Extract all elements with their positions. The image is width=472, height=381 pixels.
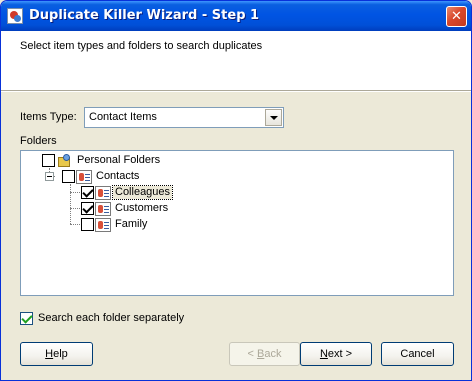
button-label: ext > [327, 348, 353, 360]
header-divider [1, 90, 471, 92]
items-type-label: Items Type: [20, 111, 77, 123]
button-label: Cancel [400, 348, 435, 360]
button-hotkey: H [45, 348, 54, 360]
app-icon [7, 8, 23, 24]
personal-folders-checkbox[interactable] [42, 154, 55, 167]
wizard-window: Duplicate Killer Wizard - Step 1 ✕ Selec… [0, 0, 472, 381]
button-label: ack [264, 348, 282, 360]
close-button[interactable]: ✕ [446, 6, 467, 27]
contacts-folder-icon [95, 186, 111, 200]
window-title: Duplicate Killer Wizard - Step 1 [29, 8, 260, 23]
chevron-down-icon[interactable] [265, 109, 282, 126]
button-hotkey: N [319, 348, 328, 360]
tree-node-label: Family [115, 218, 148, 230]
contacts-folder-icon [76, 170, 92, 184]
help-button[interactable]: Help [20, 342, 93, 366]
family-checkbox[interactable] [81, 218, 94, 231]
button-label: elp [53, 348, 68, 360]
contacts-folder-icon [95, 218, 111, 232]
tree-node-label: Customers [115, 202, 169, 214]
tree-node-label: Contacts [96, 170, 140, 182]
button-label: < [247, 348, 257, 360]
customers-checkbox[interactable] [81, 202, 94, 215]
search-separately-checkbox[interactable] [20, 312, 33, 325]
tree-node-label: Personal Folders [77, 154, 161, 166]
tree-node-colleagues[interactable]: Colleagues [21, 185, 221, 201]
tree-node-customers[interactable]: Customers [21, 201, 221, 217]
tree-node-label: Colleagues [111, 185, 174, 200]
tree-node-family[interactable]: Family [21, 217, 221, 233]
contacts-folder-icon [95, 202, 111, 216]
next-button[interactable]: Next > [300, 342, 372, 366]
personal-folders-icon [57, 154, 73, 168]
cancel-button[interactable]: Cancel [381, 342, 454, 366]
search-separately-label: Search each folder separately [38, 312, 185, 324]
tree-node-personal-folders[interactable]: Personal Folders [21, 153, 221, 169]
items-type-dropdown[interactable]: Contact Items [84, 107, 284, 128]
contacts-checkbox[interactable] [62, 170, 75, 183]
folders-tree[interactable]: Personal Folders Contacts Colleagues Cus… [20, 150, 454, 296]
items-type-value: Contact Items [89, 111, 157, 123]
title-bar[interactable]: Duplicate Killer Wizard - Step 1 ✕ [1, 1, 471, 31]
back-button[interactable]: < Back [229, 342, 300, 366]
folders-label: Folders [20, 135, 57, 147]
tree-node-contacts[interactable]: Contacts [21, 169, 221, 185]
instruction-text: Select item types and folders to search … [20, 40, 263, 52]
colleagues-checkbox[interactable] [81, 186, 94, 199]
